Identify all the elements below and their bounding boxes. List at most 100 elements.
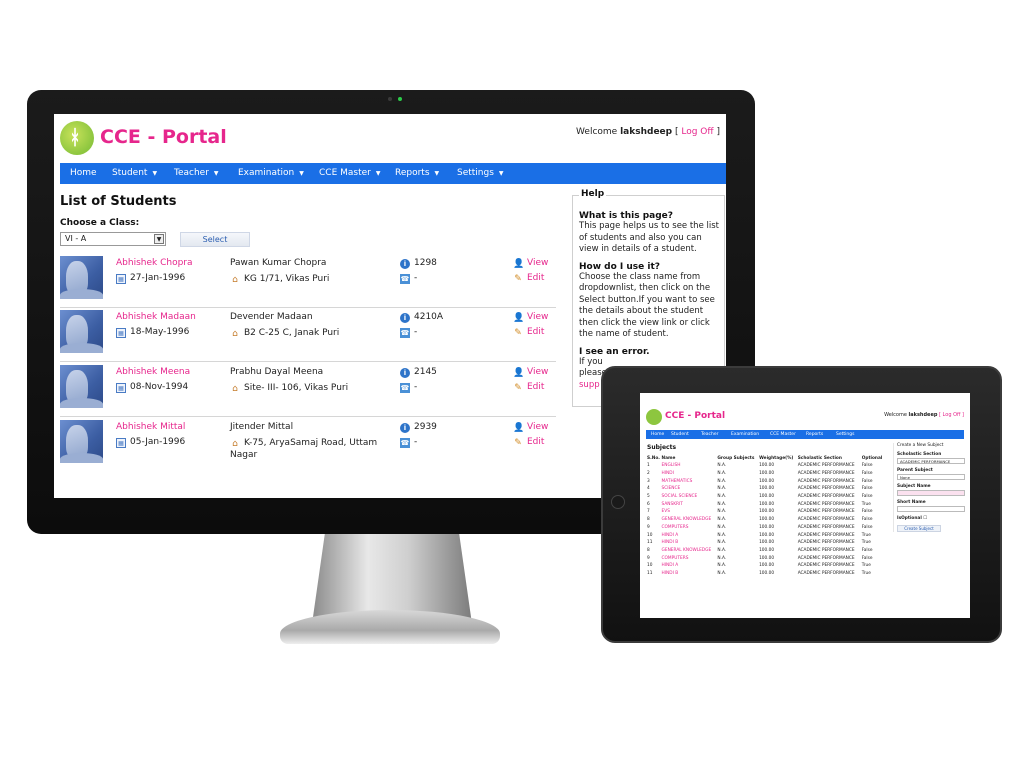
table-row: 9 COMPUTERS N.A. 100.00 ACADEMIC PERFORMANCE… [647, 554, 885, 562]
is-optional-checkbox[interactable]: IsOptional ☐ [897, 516, 965, 521]
calendar-icon: ▦ [116, 328, 126, 338]
table-row: 11 HINDI B N.A. 100.00 ACADEMIC PERFORMANCE T… [647, 570, 885, 578]
subject-name-link[interactable]: EVS [662, 508, 718, 516]
table-cell: 100.00 [759, 563, 775, 569]
student-name-link[interactable]: Abhishek Madaan [116, 312, 196, 322]
subject-name-link[interactable]: SOCIAL SCIENCE [662, 493, 718, 501]
help-answer: This page helps us to see the list of st… [579, 221, 719, 254]
nav-reports[interactable]: Reports ▼ [395, 163, 439, 184]
select-button[interactable]: Select [180, 232, 250, 247]
table-cell: ACADEMIC PERFORMANCE [797, 463, 855, 469]
tablet-logoff-link[interactable]: [ Log Off ] [939, 412, 964, 418]
view-link[interactable]: 👤 View [513, 367, 548, 378]
nav-settings[interactable]: Settings ▼ [457, 163, 504, 184]
table-cell: 100.00 [759, 509, 775, 515]
user-icon: 👤 [513, 313, 525, 323]
subject-name-link[interactable]: HINDI B [662, 539, 718, 547]
subject-name-link[interactable]: COMPUTERS [662, 554, 718, 562]
class-select[interactable]: VI - A ▼ [60, 232, 166, 246]
home-icon: ⌂ [232, 439, 238, 449]
student-id: i 2145 [400, 367, 437, 378]
scholastic-select[interactable]: ACADEMIC PERFORMANCE [897, 458, 965, 464]
table-cell: ACADEMIC PERFORMANCE [797, 532, 855, 538]
support-link[interactable]: supp [579, 380, 600, 390]
avatar[interactable] [60, 256, 103, 299]
table-cell: 100.00 [759, 501, 775, 507]
parent-subject-select[interactable]: None [897, 474, 965, 480]
logoff-link[interactable]: Log Off [681, 127, 713, 137]
calendar-icon: ▦ [116, 274, 126, 284]
table-row: 2 HINDI N.A. 100.00 ACADEMIC PERFORMANCE Fals… [647, 470, 885, 478]
subject-name-link[interactable]: COMPUTERS [662, 524, 718, 532]
table-cell: 4 [647, 486, 650, 492]
subject-name-link[interactable]: GENERAL KNOWLEDGE [662, 516, 718, 524]
tablet-nav-cce-master[interactable]: CCE Master [770, 430, 796, 439]
short-name-input[interactable] [897, 506, 965, 512]
subject-name-link[interactable]: HINDI B [662, 570, 718, 578]
subject-name-link[interactable]: HINDI A [662, 562, 718, 570]
tablet-nav-home[interactable]: Home [651, 430, 664, 439]
student-name-link[interactable]: Abhishek Mittal [116, 422, 185, 432]
edit-link[interactable]: ✎ Edit [513, 437, 544, 448]
tablet-nav-student[interactable]: Student [671, 430, 689, 439]
subject-name-link[interactable]: HINDI [662, 470, 718, 478]
nav-student[interactable]: Student ▼ [112, 163, 157, 184]
student-row: Abhishek Madaan ▦ 18-May-1996 Devender Ma… [60, 310, 556, 362]
create-subject-button[interactable]: Create Subject [897, 525, 941, 532]
tablet-brand-title: CCE - Portal [665, 411, 726, 421]
table-cell: False [861, 517, 873, 523]
tablet-nav-settings[interactable]: Settings [836, 430, 854, 439]
tablet-nav-reports[interactable]: Reports [806, 430, 823, 439]
subject-name-link[interactable]: ENGLISH [662, 462, 718, 470]
form-heading: Create a New Subject [897, 443, 944, 448]
student-phone: ☎ - [400, 327, 418, 338]
table-row: 10 HINDI A N.A. 100.00 ACADEMIC PERFORMANCE T… [647, 562, 885, 570]
view-link[interactable]: 👤 View [513, 422, 548, 433]
table-row: 7 EVS N.A. 100.00 ACADEMIC PERFORMANCE False [647, 508, 885, 516]
table-cell: 100.00 [759, 471, 775, 477]
subject-name-input[interactable] [897, 490, 965, 496]
student-address: ⌂ B2 C-25 C, Janak Puri [230, 327, 390, 339]
student-name-link[interactable]: Abhishek Meena [116, 367, 190, 377]
welcome-text: Welcome lakshdeep [ Log Off ] [576, 127, 720, 137]
subject-name-link[interactable]: HINDI A [662, 531, 718, 539]
create-subject-form: Create a New Subject Scholastic Section … [893, 443, 965, 532]
tablet-nav-examination[interactable]: Examination [731, 430, 759, 439]
tablet-nav-teacher[interactable]: Teacher [701, 430, 718, 439]
nav-examination[interactable]: Examination ▼ [238, 163, 304, 184]
avatar[interactable] [60, 310, 103, 353]
avatar[interactable] [60, 420, 103, 463]
nav-cce-master[interactable]: CCE Master ▼ [319, 163, 380, 184]
subject-name-link[interactable]: SANSKRIT [662, 500, 718, 508]
chevron-down-icon[interactable]: ▼ [154, 234, 164, 244]
student-parent: Devender Madaan [230, 312, 313, 322]
student-row: Abhishek Chopra ▦ 27-Jan-1996 Pawan Kumar… [60, 256, 556, 308]
help-question: How do I use it? [579, 261, 661, 272]
edit-link[interactable]: ✎ Edit [513, 273, 544, 284]
table-cell: 100.00 [759, 478, 775, 484]
student-name-link[interactable]: Abhishek Chopra [116, 258, 193, 268]
subject-name-link[interactable]: SCIENCE [662, 485, 718, 493]
bracket-open: [ [674, 127, 679, 137]
nav-home[interactable]: Home [70, 163, 97, 184]
view-link[interactable]: 👤 View [513, 258, 548, 269]
table-row: 10 HINDI A N.A. 100.00 ACADEMIC PERFORMANCE T… [647, 531, 885, 539]
table-row: 8 GENERAL KNOWLEDGE N.A. 100.00 ACADEMIC PER… [647, 547, 885, 555]
table-cell: ACADEMIC PERFORMANCE [797, 509, 855, 515]
column-header: Weightage(%) [759, 456, 794, 461]
table-cell: N.A. [717, 509, 727, 515]
table-cell: N.A. [717, 478, 727, 484]
avatar[interactable] [60, 365, 103, 408]
subject-name-link[interactable]: MATHEMATICS [662, 477, 718, 485]
chevron-down-icon: ▼ [299, 170, 304, 177]
view-link[interactable]: 👤 View [513, 312, 548, 323]
student-phone: ☎ - [400, 382, 418, 393]
table-cell: 100.00 [759, 486, 775, 492]
table-cell: False [861, 509, 873, 515]
edit-link[interactable]: ✎ Edit [513, 382, 544, 393]
table-cell: ACADEMIC PERFORMANCE [797, 555, 855, 561]
page-title: List of Students [60, 194, 177, 209]
subject-name-link[interactable]: GENERAL KNOWLEDGE [662, 547, 718, 555]
edit-link[interactable]: ✎ Edit [513, 327, 544, 338]
nav-teacher[interactable]: Teacher ▼ [174, 163, 219, 184]
